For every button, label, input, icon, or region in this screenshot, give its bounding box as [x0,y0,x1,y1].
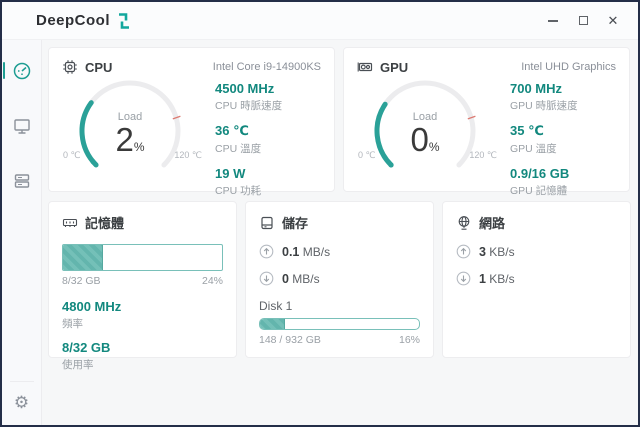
cpu-gauge-min-label: 0 ℃ [63,150,81,160]
cpu-clock-stat: 4500 MHz CPU 時脈速度 [215,81,283,112]
memory-stats: 4800 MHz 頻率 8/32 GB 使用率 [62,299,223,372]
disk-name: Disk 1 [259,299,293,313]
brand-logo: DeepCool [36,12,131,29]
storage-card: 儲存 0.1 MB/s 0 MB/s Disk 1 148 / 932 GB 1… [245,201,434,358]
cpu-load-gauge: Load 2% 0 ℃ 120 ℃ [63,77,202,181]
deepcool-logo-mark-icon [117,12,131,29]
upload-circle-icon [259,244,274,259]
storage-write-unit: MB/s [292,271,320,286]
cpu-gauge-max-label: 120 ℃ [174,150,202,160]
gpu-device-name: Intel UHD Graphics [521,61,616,73]
gear-icon: ⚙ [13,393,30,412]
title-bar: DeepCool ✕ [2,2,638,40]
memory-frequency-stat: 4800 MHz 頻率 [62,299,122,330]
storage-write-value: 0 [282,271,289,286]
memory-card: 記憶體 8/32 GB 24% 4800 MHz 頻率 8/32 GB 使用率 [48,201,237,371]
gpu-card-icon [357,59,373,75]
cpu-temp-stat: 36 ℃ CPU 溫度 [215,123,262,155]
maximize-icon [578,16,588,25]
brand-wordmark: DeepCool [36,12,111,29]
storage-card-title: 儲存 [282,216,309,231]
network-card-title: 網路 [479,216,506,231]
gpu-card: GPU Intel UHD Graphics Load 0% 0 ℃ 120 ℃… [343,47,630,197]
network-card: 網路 3 KB/s 1 KB/s [442,201,631,358]
disk-usage-bar [259,318,420,330]
sidebar: ⚙ [2,40,42,425]
network-up-value: 3 [479,244,486,259]
close-icon: ✕ [607,13,619,28]
storage-read-value: 0.1 [282,244,300,259]
globe-icon [456,215,472,231]
network-up-unit: KB/s [489,244,515,259]
disk-icon [259,215,275,231]
network-download-row: 1 KB/s [456,271,617,286]
memory-card-title: 記憶體 [85,216,125,231]
maximize-button[interactable] [568,7,598,35]
network-down-value: 1 [479,271,486,286]
devices-icon [12,171,32,191]
app-window: { "brand": { "name": "DeepCool" }, "colo… [0,0,640,427]
cpu-stats: 4500 MHz CPU 時脈速度 36 ℃ CPU 溫度 19 W CPU 功… [215,77,321,208]
gpu-gauge-max-label: 120 ℃ [469,150,497,160]
minimize-button[interactable] [538,7,568,35]
download-circle-icon [456,271,471,286]
gpu-memory-stat: 0.9/16 GB GPU 記憶體 [510,166,570,197]
close-button[interactable]: ✕ [598,7,628,35]
ram-icon [62,215,78,231]
window-controls: ✕ [538,7,628,35]
sidebar-item-dashboard[interactable] [2,60,42,82]
cpu-chip-icon [62,59,78,75]
dashboard-gauge-icon [12,61,32,81]
minimize-icon [548,19,558,22]
gpu-temp-stat: 35 ℃ GPU 溫度 [510,123,557,155]
gpu-load-gauge: Load 0% 0 ℃ 120 ℃ [358,77,497,181]
gpu-stats: 700 MHz GPU 時脈速度 35 ℃ GPU 溫度 0.9/16 GB G… [510,77,616,208]
network-down-unit: KB/s [489,271,515,286]
memory-usage-bar [62,244,223,271]
cpu-load-unit: % [133,140,145,154]
sidebar-divider [9,381,34,382]
gpu-load-unit: % [428,140,440,154]
gpu-card-title: GPU [380,59,409,75]
storage-upload-row: 0.1 MB/s [259,244,420,259]
gpu-clock-stat: 700 MHz GPU 時脈速度 [510,81,578,112]
storage-download-row: 0 MB/s [259,271,420,286]
sidebar-item-devices[interactable] [2,170,42,192]
cpu-device-name: Intel Core i9-14900KS [212,61,321,73]
display-icon [12,116,32,136]
upload-circle-icon [456,244,471,259]
download-circle-icon [259,271,274,286]
dashboard-content: CPU Intel Core i9-14900KS Load 2% 0 ℃ 12… [42,40,638,425]
memory-usage-percent: 24% [201,275,223,287]
memory-usage-caption: 8/32 GB [62,275,101,287]
memory-usage-stat: 8/32 GB 使用率 [62,340,111,371]
gpu-gauge-min-label: 0 ℃ [358,150,376,160]
network-upload-row: 3 KB/s [456,244,617,259]
sidebar-footer: ⚙ [2,381,42,413]
cpu-power-stat: 19 W CPU 功耗 [215,166,262,197]
disk-usage-caption: 148 / 932 GB [259,334,321,346]
disk-usage-percent: 16% [398,334,420,346]
storage-read-unit: MB/s [302,244,331,259]
cpu-card-title: CPU [85,59,113,75]
cpu-card: CPU Intel Core i9-14900KS Load 2% 0 ℃ 12… [48,47,335,197]
settings-button[interactable]: ⚙ [14,394,29,413]
sidebar-item-display[interactable] [2,115,42,137]
